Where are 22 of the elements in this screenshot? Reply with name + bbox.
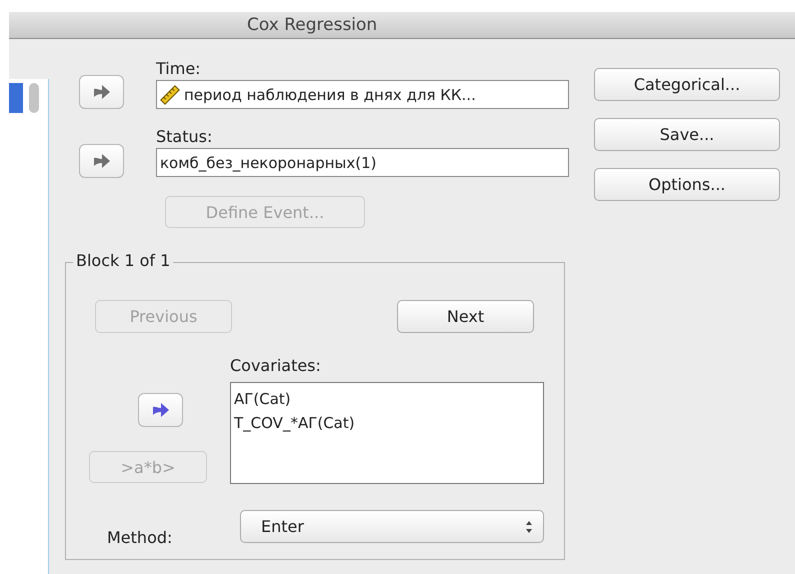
scrollbar-thumb[interactable] <box>29 83 39 113</box>
arrow-icon <box>152 402 170 418</box>
field-label: Status: <box>156 126 212 148</box>
list-item[interactable]: T_COV_*АГ(Cat) <box>234 411 540 435</box>
list-label: Covariates: <box>230 355 322 377</box>
dialog-button[interactable]: Save... <box>594 118 780 151</box>
status-field[interactable]: комб_без_некоронарных(1) <box>156 148 569 177</box>
window-title: Cox Regression <box>247 15 378 35</box>
field-label: Time: <box>156 58 201 80</box>
covariates-list[interactable]: АГ(Cat) T_COV_*АГ(Cat) <box>230 382 544 484</box>
method-dropdown[interactable]: Enter <box>240 510 544 543</box>
dialog-button[interactable]: Categorical... <box>594 68 780 101</box>
time-field[interactable]: период наблюдения в днях для КК... <box>156 80 569 109</box>
arrow-icon <box>92 84 110 100</box>
dialog-button[interactable]: Options... <box>594 168 780 201</box>
method-label: Method: <box>106 528 174 547</box>
move-button[interactable] <box>138 393 183 427</box>
arrow-icon <box>92 153 110 169</box>
field-value: период наблюдения в днях для КК... <box>184 86 476 104</box>
next-button[interactable]: Next <box>397 300 534 333</box>
list-item[interactable]: АГ(Cat) <box>234 387 540 411</box>
stepper-icon <box>525 520 533 534</box>
